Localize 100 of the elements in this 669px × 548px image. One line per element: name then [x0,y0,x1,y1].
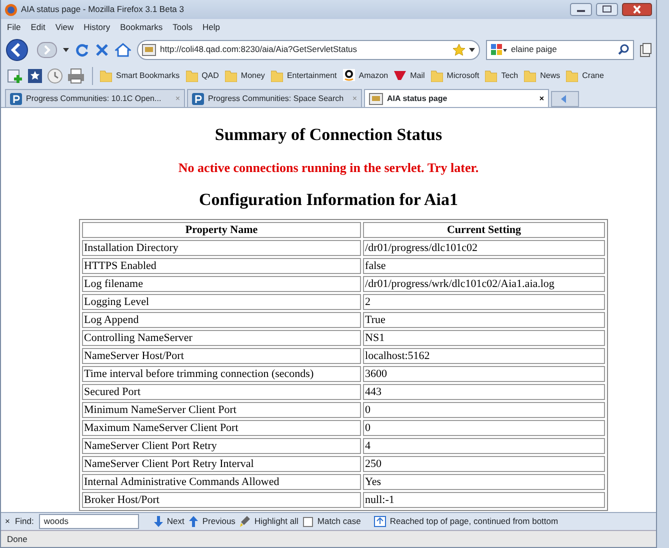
dropdown-caret-icon[interactable] [63,48,69,52]
mail-logo-icon [394,69,406,82]
find-close-button[interactable]: × [5,515,10,528]
menu-item[interactable]: Help [202,21,220,34]
dropdown-caret-icon[interactable] [469,48,475,52]
site-logo-icon [10,92,22,104]
menu-item[interactable]: File [7,21,21,34]
table-cell: Installation Directory [82,240,362,256]
folder-icon [186,69,198,82]
search-engine-icon[interactable] [491,44,507,56]
highlight-button[interactable]: Highlight all [240,515,298,528]
reload-icon[interactable] [75,42,89,56]
table-cell: Yes [363,474,605,490]
highlighter-icon [240,516,250,527]
table-cell: Secured Port [82,384,362,400]
table-cell: NameServer Host/Port [82,348,362,364]
table-cell: 250 [363,456,605,472]
match-case-label: Match case [317,515,361,528]
table-cell: Maximum NameServer Client Port [82,420,362,436]
warning-message: No active connections running in the servlet. Try later. [177,158,480,177]
close-icon[interactable] [622,3,652,16]
table-cell: Time interval before trimming connection (seconds) [82,366,362,382]
match-case-checkbox[interactable] [303,516,314,526]
minimize-icon[interactable] [570,3,592,16]
amazon-icon [342,69,355,82]
page-icon [369,92,383,104]
table-cell: 3600 [363,366,605,382]
bookmark-item[interactable]: QAD [186,69,219,82]
up-arrow-icon [189,516,198,527]
find-field[interactable]: woods [38,514,139,529]
home-icon[interactable] [115,42,131,56]
column-header: Current Setting [363,222,605,238]
bookmark-item[interactable]: News [524,69,560,82]
folder-icon [100,69,112,82]
table-cell: localhost:5162 [363,348,605,364]
menu-item[interactable]: View [55,21,74,34]
bookmark-item[interactable]: Amazon [342,69,388,82]
table-cell: NS1 [363,330,605,346]
url-text: http://coli48.qad.com:8230/aia/Aia?GetServletStatus [160,43,358,56]
menu-item[interactable]: Bookmarks [120,21,163,34]
section-heading: Configuration Information for Aia1 [198,189,459,211]
star-icon[interactable] [453,44,465,56]
down-arrow-icon [154,516,163,527]
printer-icon[interactable] [67,68,85,84]
menu-item[interactable]: Edit [30,21,46,34]
table-cell: NameServer Client Port Retry Interval [82,456,362,472]
bookmark-item[interactable]: Crane [566,69,604,82]
find-status-message: Reached top of page, continued from bottom [390,515,558,528]
folder-icon [485,69,498,82]
table-cell: 0 [363,402,605,418]
search-field[interactable]: elaine paige [486,40,634,60]
toolbar-overflow-icon[interactable] [640,42,652,56]
maximize-icon[interactable] [596,3,618,16]
table-cell: NameServer Client Port Retry [82,438,362,454]
table-cell: Controlling NameServer [82,330,362,346]
table-cell: Internal Administrative Commands Allowed [82,474,362,490]
table-cell: false [363,258,605,274]
site-logo-icon [192,92,204,104]
table-cell: Minimum NameServer Client Port [82,402,362,418]
browser-logo-icon [5,4,17,16]
bookmark-item[interactable]: Entertainment [270,69,337,82]
browser-tab[interactable]: Progress Communities: 10.1C Open... × [5,89,185,107]
clock-icon[interactable] [47,68,63,84]
search-icon[interactable] [618,44,629,55]
back-button-icon[interactable] [5,38,31,60]
table-cell: True [363,312,605,328]
browser-tab[interactable]: AIA status page × [364,89,549,107]
table-cell: Logging Level [82,294,362,310]
table-cell: Log filename [82,276,362,292]
bookmark-item[interactable]: Tech [485,69,518,82]
table-cell: 0 [363,420,605,436]
table-cell: 2 [363,294,605,310]
menu-item[interactable]: History [84,21,110,34]
forward-button-icon[interactable] [37,42,57,58]
bookmark-item[interactable]: Microsoft [430,69,480,82]
table-cell: /dr01/progress/dlc101c02 [363,240,605,256]
table-cell: Broker Host/Port [82,492,362,508]
tab-close-button[interactable]: × [539,92,544,104]
previous-button[interactable]: Previous [189,515,236,528]
status-text: Done [7,532,28,546]
menu-item[interactable]: Tools [172,21,192,34]
next-button[interactable]: Next [154,515,184,528]
column-header: Property Name [82,222,362,238]
find-label: Find: [14,515,34,528]
table-cell: 4 [363,438,605,454]
address-bar[interactable]: http://coli48.qad.com:8230/aia/Aia?GetServletStatus [137,40,480,60]
folder-icon [430,69,443,82]
folder-icon [224,69,237,82]
bookmark-item[interactable]: Mail [394,69,425,82]
page-icon [142,44,156,56]
folder-icon [524,69,536,82]
browser-tab[interactable]: Progress Communities: Space Search × [187,89,362,107]
window-title: AIA status page - Mozilla Firefox 3.1 Beta 3 [21,3,184,16]
stop-icon[interactable] [95,42,109,56]
bookmark-item[interactable]: Money [224,69,265,82]
folder-icon [270,69,283,82]
table-cell: null:-1 [363,492,605,508]
folder-icon [566,69,578,82]
table-cell: Log Append [82,312,362,328]
bookmark-item[interactable]: Smart Bookmarks [100,69,180,82]
